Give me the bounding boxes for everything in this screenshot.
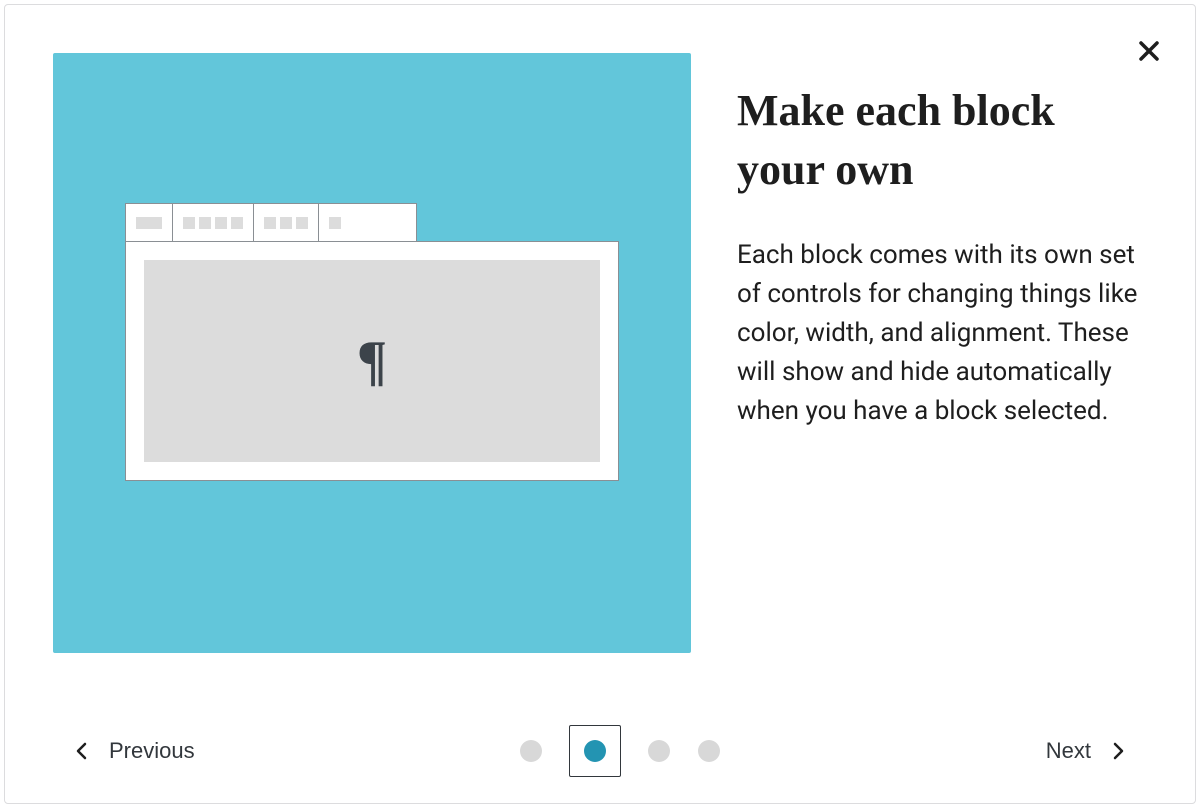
guide-heading: Make each block your own xyxy=(737,81,1147,200)
toolbar-icon xyxy=(231,217,243,229)
toolbar-group-1 xyxy=(126,204,172,242)
block-toolbar xyxy=(125,203,417,243)
next-label: Next xyxy=(1046,738,1091,764)
guide-card: ¶ Make each block your own Each block co… xyxy=(4,4,1196,804)
toolbar-icon xyxy=(329,217,341,229)
chevron-right-icon xyxy=(1109,742,1127,760)
toolbar-group-4 xyxy=(319,204,351,242)
next-button[interactable]: Next xyxy=(1034,730,1139,772)
block-canvas: ¶ xyxy=(125,241,619,481)
page-dot-1[interactable] xyxy=(519,739,543,763)
page-dot-indicator xyxy=(698,740,720,762)
guide-footer: Previous Next xyxy=(5,699,1195,803)
guide-body: ¶ Make each block your own Each block co… xyxy=(5,5,1195,699)
copy-panel: Make each block your own Each block come… xyxy=(737,53,1147,699)
page-dot-indicator xyxy=(648,740,670,762)
page-dot-4[interactable] xyxy=(697,739,721,763)
toolbar-icon xyxy=(199,217,211,229)
illustration-panel: ¶ xyxy=(53,53,691,653)
paragraph-icon: ¶ xyxy=(357,333,387,389)
toolbar-group-3 xyxy=(254,204,318,242)
page-dot-3[interactable] xyxy=(647,739,671,763)
previous-label: Previous xyxy=(109,738,195,764)
toolbar-icon xyxy=(296,217,308,229)
toolbar-icon xyxy=(136,217,162,229)
guide-stage: ¶ Make each block your own Each block co… xyxy=(0,0,1200,808)
toolbar-icon xyxy=(280,217,292,229)
toolbar-icon xyxy=(215,217,227,229)
previous-button[interactable]: Previous xyxy=(61,730,207,772)
page-dot-indicator xyxy=(584,740,606,762)
toolbar-icon xyxy=(264,217,276,229)
page-dot-2[interactable] xyxy=(569,725,621,777)
guide-body-text: Each block comes with its own set of con… xyxy=(737,236,1147,431)
toolbar-icon xyxy=(183,217,195,229)
page-indicators xyxy=(519,725,721,777)
block-canvas-content: ¶ xyxy=(144,260,600,462)
page-dot-indicator xyxy=(520,740,542,762)
chevron-left-icon xyxy=(73,742,91,760)
toolbar-group-2 xyxy=(173,204,253,242)
